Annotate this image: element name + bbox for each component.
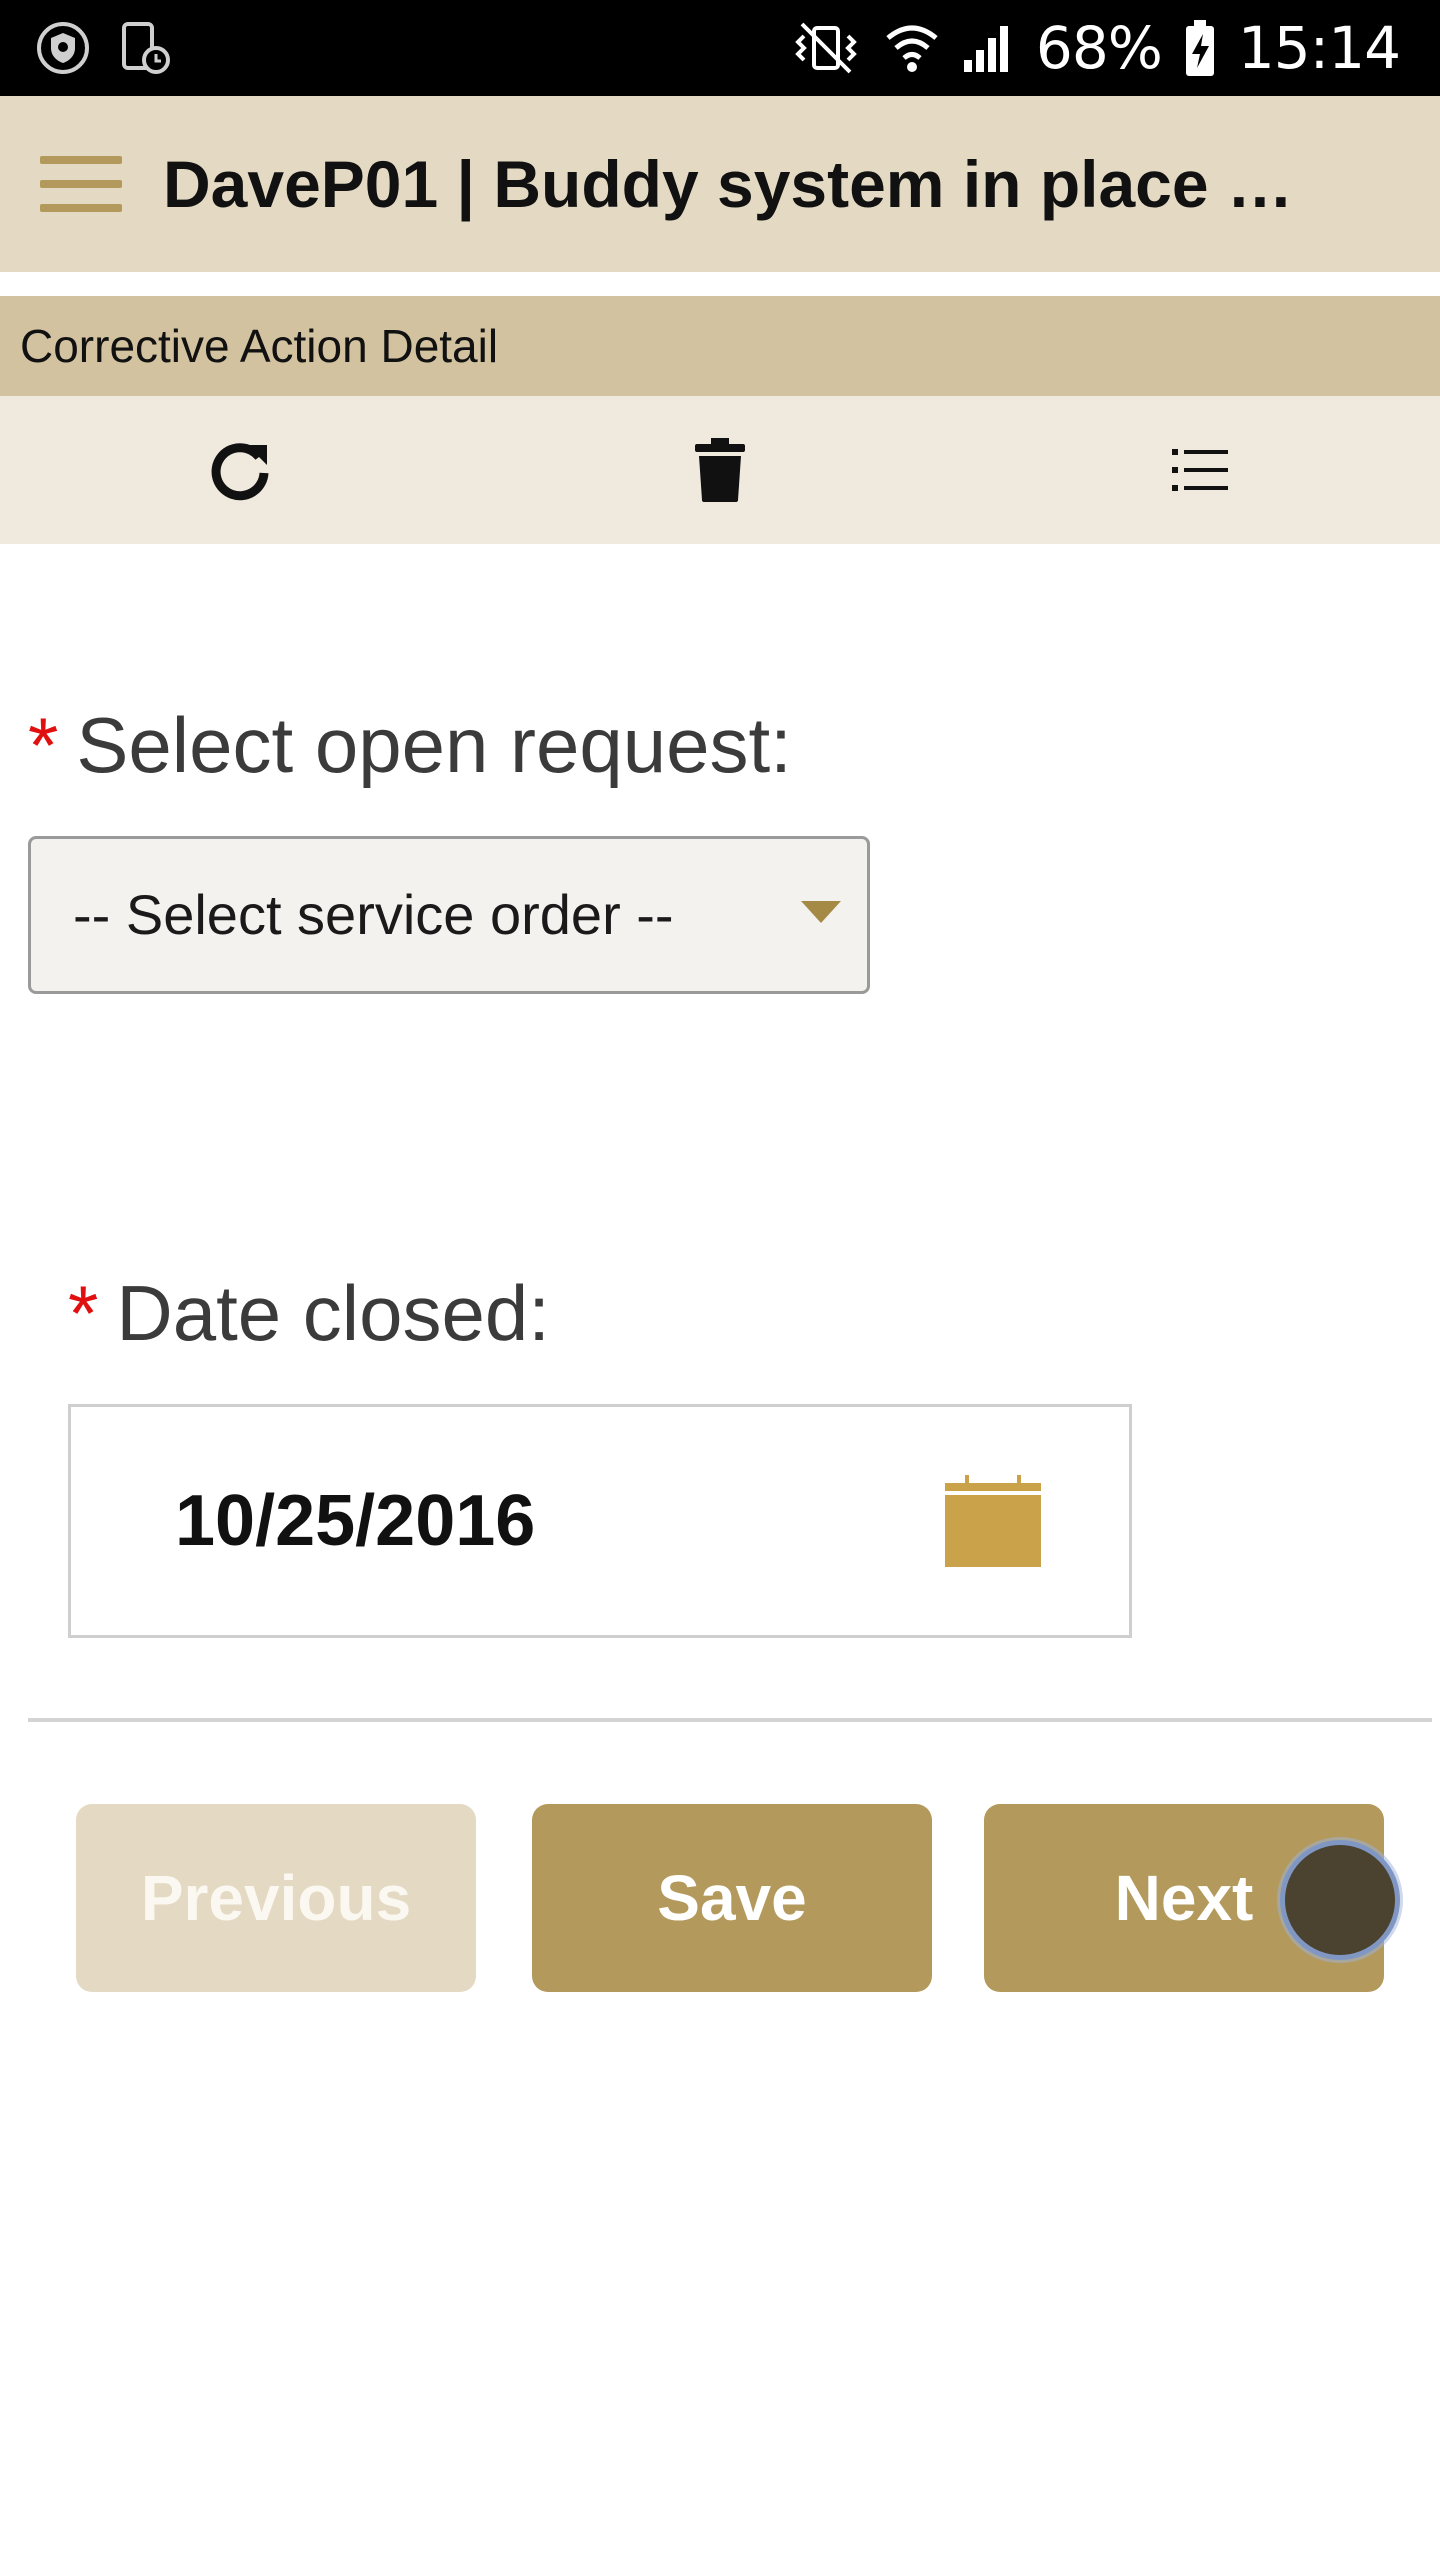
battery-charging-icon [1185,20,1214,76]
app-bar-divider [0,272,1440,296]
clock-time: 15:14 [1237,14,1401,82]
action-toolbar [0,396,1440,544]
save-button[interactable]: Save [532,1804,932,1992]
device-clock-icon [122,22,170,74]
hamburger-icon[interactable] [40,156,122,212]
section-header: Corrective Action Detail [0,296,1440,396]
vibrate-mute-icon [795,22,857,74]
date-closed-value: 10/25/2016 [175,1481,536,1561]
signal-icon [963,26,1008,72]
date-closed-label: * Date closed: [68,1268,550,1359]
section-title: Corrective Action Detail [20,320,499,372]
app-title: DaveP01 | Buddy system in place a… [163,147,1303,221]
status-bar-left [36,20,172,76]
service-order-selected: -- Select service order -- [73,883,674,946]
service-order-select[interactable]: -- Select service order -- [28,836,870,994]
form-divider [28,1718,1432,1722]
refresh-icon[interactable] [200,430,280,510]
wifi-icon [886,25,938,72]
date-closed-input[interactable]: 10/25/2016 [68,1404,1132,1638]
app-bar: DaveP01 | Buddy system in place a… [0,96,1440,272]
date-closed-label-text: Date closed: [116,1269,550,1357]
delete-icon[interactable] [680,430,760,510]
calendar-icon[interactable] [943,1473,1043,1569]
previous-button[interactable]: Previous [76,1804,476,1992]
shield-icon [37,22,89,74]
battery-percent: 68% [1035,14,1163,82]
status-bar: 68% 15:14 [0,0,1440,96]
required-marker: * [28,701,59,789]
chevron-down-icon [801,901,841,923]
open-request-label: * Select open request: [28,700,792,791]
required-marker: * [68,1269,99,1357]
open-request-label-text: Select open request: [76,701,792,789]
status-bar-right: 68% 15:14 [788,14,1401,82]
touch-indicator [1280,1840,1400,1960]
list-icon[interactable] [1160,430,1240,510]
